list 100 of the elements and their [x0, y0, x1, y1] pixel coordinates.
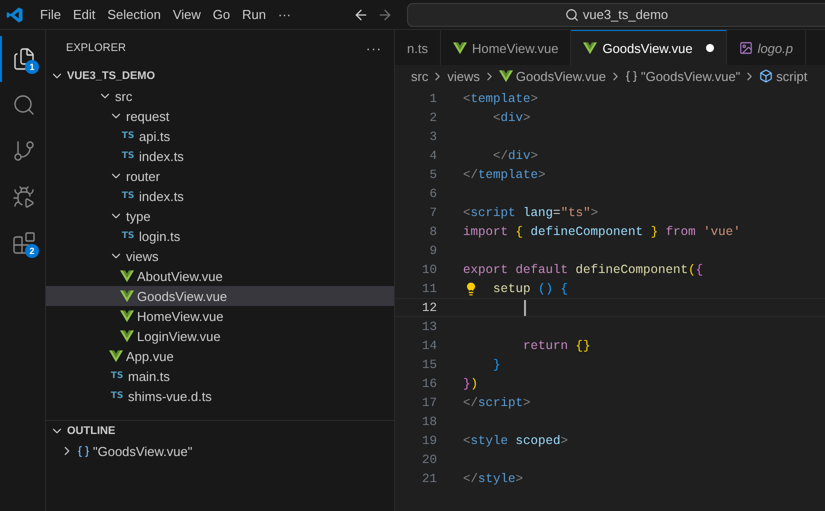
menu-item[interactable]: Go: [206, 4, 236, 25]
breadcrumb-item[interactable]: GoodsView.vue: [498, 68, 606, 84]
image-file-icon: [738, 41, 753, 55]
explorer-entry[interactable]: TS index.ts: [46, 186, 394, 206]
line-number: 19: [420, 434, 437, 448]
extensions-icon: [12, 231, 36, 255]
vue-icon: [452, 41, 467, 55]
menu-item[interactable]: Run: [236, 4, 272, 25]
explorer-title: EXPLORER: [66, 42, 126, 54]
line-number: 17: [420, 396, 437, 410]
source-control-icon: [12, 139, 36, 163]
activity-tab[interactable]: 1: [0, 36, 45, 82]
activity-tab[interactable]: 2: [0, 220, 45, 266]
code-line: }): [463, 376, 478, 390]
vue-icon: [120, 269, 134, 283]
lightbulb-icon[interactable]: [464, 282, 478, 296]
editor-tab[interactable]: logo.p: [726, 30, 806, 65]
vue-icon: [109, 349, 123, 363]
vue-icon: [120, 289, 134, 303]
explorer-entry[interactable]: TS login.ts: [46, 226, 394, 246]
line-number: 7: [428, 206, 437, 220]
vue-icon: [120, 329, 134, 343]
vue-icon: [498, 69, 513, 83]
menu-item[interactable]: Edit: [66, 4, 102, 25]
code-line: }: [492, 358, 501, 372]
explorer-entry[interactable]: AboutView.vue: [46, 266, 394, 286]
code-line: </script>: [463, 396, 531, 410]
code-line: <script lang="ts">: [463, 206, 598, 220]
project-header[interactable]: VUE3_TS_DEMO: [46, 66, 394, 86]
line-number: 5: [428, 168, 437, 182]
text-cursor: [524, 300, 526, 316]
forward-arrow-icon[interactable]: [377, 6, 393, 22]
code-line: </template>: [463, 168, 546, 182]
folder-entry[interactable]: router: [46, 166, 394, 186]
typescript-file-icon: TS: [109, 391, 125, 401]
menu-item[interactable]: File: [34, 4, 67, 25]
explorer-entry[interactable]: GoodsView.vue: [46, 286, 394, 306]
explorer-entry[interactable]: TS index.ts: [46, 146, 394, 166]
back-arrow-icon[interactable]: [353, 6, 369, 22]
code-line: <style scoped>: [463, 434, 568, 448]
breadcrumb-item[interactable]: src: [411, 68, 428, 84]
line-number: 13: [420, 320, 437, 334]
typescript-file-icon: TS: [120, 131, 136, 141]
files-icon: [12, 47, 36, 71]
code-line: export default defineComponent({: [463, 262, 704, 276]
braces-icon: [624, 70, 638, 82]
search-icon: [12, 93, 36, 117]
cube-icon: [759, 69, 774, 83]
line-number: 15: [420, 358, 437, 372]
editor-tab[interactable]: GoodsView.vue: [571, 30, 727, 65]
vue-icon: [120, 309, 134, 323]
line-number: 2: [428, 110, 437, 124]
line-number: 12: [420, 300, 437, 314]
explorer-entry[interactable]: LoginView.vue: [46, 326, 394, 346]
line-number: 20: [420, 452, 437, 466]
code-line: setup () {: [463, 282, 568, 296]
code-line: <div>: [492, 110, 531, 124]
typescript-file-icon: TS: [120, 151, 136, 161]
more-actions[interactable]: ···: [366, 40, 382, 56]
breadcrumb-item[interactable]: "GoodsView.vue": [624, 68, 740, 84]
outline-item[interactable]: "GoodsView.vue": [46, 441, 394, 461]
breadcrumb-item[interactable]: views: [447, 68, 480, 84]
folder-entry[interactable]: type: [46, 206, 394, 226]
line-number: 4: [428, 148, 437, 162]
explorer-entry[interactable]: TS api.ts: [46, 126, 394, 146]
line-number: 16: [420, 376, 437, 390]
typescript-file-icon: TS: [109, 371, 125, 381]
line-number: 10: [420, 262, 437, 276]
line-number: 18: [420, 414, 437, 428]
explorer-entry[interactable]: TS shims-vue.d.ts: [46, 386, 394, 406]
explorer-entry[interactable]: HomeView.vue: [46, 306, 394, 326]
menu-item[interactable]: View: [166, 4, 207, 25]
code-line: </div>: [492, 148, 538, 162]
explorer-entry[interactable]: App.vue: [46, 346, 394, 366]
line-number: 21: [420, 472, 437, 486]
folder-entry[interactable]: request: [46, 106, 394, 126]
folder-entry[interactable]: src: [46, 86, 394, 106]
command-center[interactable]: vue3_ts_demo: [407, 2, 825, 26]
code-line: import { defineComponent } from 'vue': [463, 224, 741, 238]
line-number: 1: [428, 92, 437, 106]
count-badge: 2: [25, 244, 39, 258]
line-number: 9: [428, 244, 437, 258]
count-badge: 1: [25, 60, 39, 74]
explorer-entry[interactable]: TS main.ts: [46, 366, 394, 386]
folder-entry[interactable]: views: [46, 246, 394, 266]
typescript-file-icon: TS: [120, 231, 136, 241]
breadcrumb-item[interactable]: script: [759, 68, 808, 84]
line-number: 14: [420, 338, 437, 352]
menu-item[interactable]: Selection: [101, 4, 167, 25]
more-menu[interactable]: ···: [272, 4, 297, 25]
line-number: 11: [420, 282, 437, 296]
braces-icon: [77, 444, 90, 458]
line-number: 8: [428, 224, 437, 238]
code-line: </style>: [463, 472, 524, 486]
app-logo: [6, 6, 24, 24]
run-debug-icon: [12, 185, 36, 209]
typescript-file-icon: TS: [120, 191, 136, 201]
line-number: 6: [428, 186, 437, 200]
outline-header[interactable]: OUTLINE: [46, 421, 394, 441]
line-number: 3: [428, 130, 437, 144]
